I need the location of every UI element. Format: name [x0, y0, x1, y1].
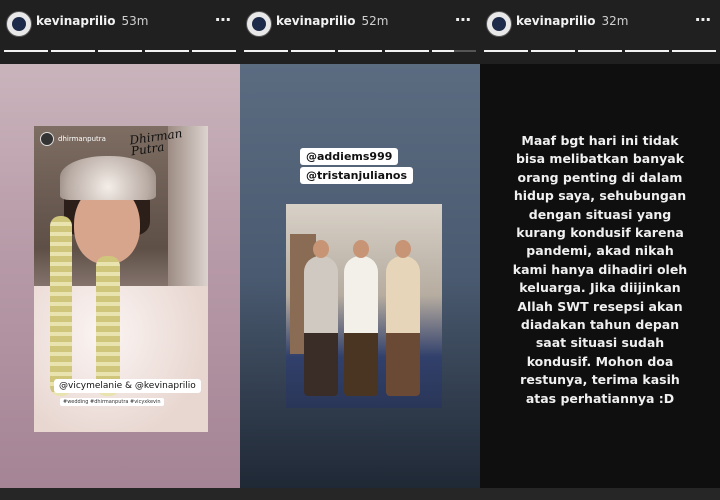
avatar[interactable] — [6, 11, 32, 37]
username[interactable]: kevinaprilio 32m — [516, 14, 628, 28]
story-content: dhirmanputra Dhirman Putra @vicymelanie … — [0, 64, 240, 488]
story-progress-bars — [4, 50, 236, 53]
message-line: saat situasi sudah — [535, 335, 665, 351]
message-line: atas perhatiannya :D — [525, 390, 675, 406]
story-progress-bars — [244, 50, 476, 53]
username[interactable]: kevinaprilio 53m — [36, 14, 148, 28]
story-panel-3[interactable]: kevinaprilio 32m ⋯ Maaf bgt hari ini tida… — [480, 0, 720, 500]
more-options-icon[interactable]: ⋯ — [215, 10, 232, 29]
progress-segment — [432, 50, 476, 52]
groom-photo — [286, 204, 442, 408]
story-content: Maaf bgt hari ini tidak bisa melibatkan … — [480, 64, 720, 488]
message-line: dengan situasi yang — [528, 206, 672, 222]
bottom-strip — [0, 488, 720, 500]
bride-photo: dhirmanputra Dhirman Putra @vicymelanie … — [34, 126, 208, 432]
post-time: 53m — [121, 14, 149, 28]
story-progress-bars — [484, 50, 716, 53]
progress-segment — [4, 50, 48, 52]
face — [395, 240, 411, 258]
progress-segment — [192, 50, 236, 52]
mention-sticker[interactable]: @vicymelanie & @kevinaprilio — [54, 379, 201, 393]
progress-segment — [531, 50, 575, 52]
mention-sticker[interactable]: @tristanjulianos — [300, 167, 414, 184]
credit-avatar — [40, 132, 54, 146]
message-line: kami hanya dihadiri oleh — [512, 261, 688, 277]
progress-segment — [51, 50, 95, 52]
story-panel-1[interactable]: kevinaprilio 53m ⋯ dhirmanputra Dhirman … — [0, 0, 240, 500]
message-line: diadakan tahun depan — [520, 317, 680, 333]
progress-segment — [338, 50, 382, 52]
progress-segment — [672, 50, 716, 52]
story-header: kevinaprilio 53m ⋯ — [0, 0, 240, 64]
story-header: kevinaprilio 52m ⋯ — [240, 0, 480, 64]
face — [313, 240, 329, 258]
progress-segment — [145, 50, 189, 52]
post-time: 32m — [601, 14, 629, 28]
message-line: kurang kondusif karena — [516, 225, 684, 241]
credit-account: dhirmanputra — [58, 135, 106, 143]
instagram-stories-strip: kevinaprilio 53m ⋯ dhirmanputra Dhirman … — [0, 0, 720, 500]
progress-segment — [578, 50, 622, 52]
person — [344, 240, 378, 396]
jasmine-garland — [96, 256, 120, 396]
photo-credit: dhirmanputra — [40, 132, 106, 146]
progress-segment — [484, 50, 528, 52]
hashtag-sticker[interactable]: #wedding #dhirmanputra #vicyxkevin — [60, 398, 164, 406]
post-time: 52m — [361, 14, 389, 28]
person — [386, 240, 420, 396]
progress-segment — [385, 50, 429, 52]
progress-segment — [625, 50, 669, 52]
message-line: orang penting di dalam — [517, 169, 683, 185]
avatar[interactable] — [246, 11, 272, 37]
message-line: Maaf bgt hari ini tidak — [521, 133, 679, 148]
face — [353, 240, 369, 258]
progress-segment — [98, 50, 142, 52]
crown — [60, 156, 156, 200]
message-line: pandemi, akad nikah — [526, 243, 674, 259]
message-line: Allah SWT resepsi akan — [517, 298, 683, 314]
more-options-icon[interactable]: ⋯ — [455, 10, 472, 29]
avatar[interactable] — [486, 11, 512, 37]
message-line: keluarga. Jika diijinkan — [519, 280, 681, 296]
person — [304, 240, 338, 396]
story-message: Maaf bgt hari ini tidak bisa melibatkan … — [492, 132, 708, 408]
progress-segment — [244, 50, 288, 52]
message-line: kondusif. Mohon doa — [526, 353, 674, 369]
more-options-icon[interactable]: ⋯ — [695, 10, 712, 29]
message-line: restunya, terima kasih — [520, 372, 680, 388]
story-header: kevinaprilio 32m ⋯ — [480, 0, 720, 64]
mention-sticker[interactable]: @addiems999 — [300, 148, 399, 165]
progress-segment — [291, 50, 335, 52]
message-line: hidup saya, sehubungan — [513, 188, 687, 204]
story-panel-2[interactable]: kevinaprilio 52m ⋯ @addiems999 @tristanju… — [240, 0, 480, 500]
message-line: bisa melibatkan banyak — [515, 151, 685, 167]
story-content: @addiems999 @tristanjulianos — [240, 64, 480, 488]
jasmine-garland — [50, 216, 72, 396]
username[interactable]: kevinaprilio 52m — [276, 14, 388, 28]
